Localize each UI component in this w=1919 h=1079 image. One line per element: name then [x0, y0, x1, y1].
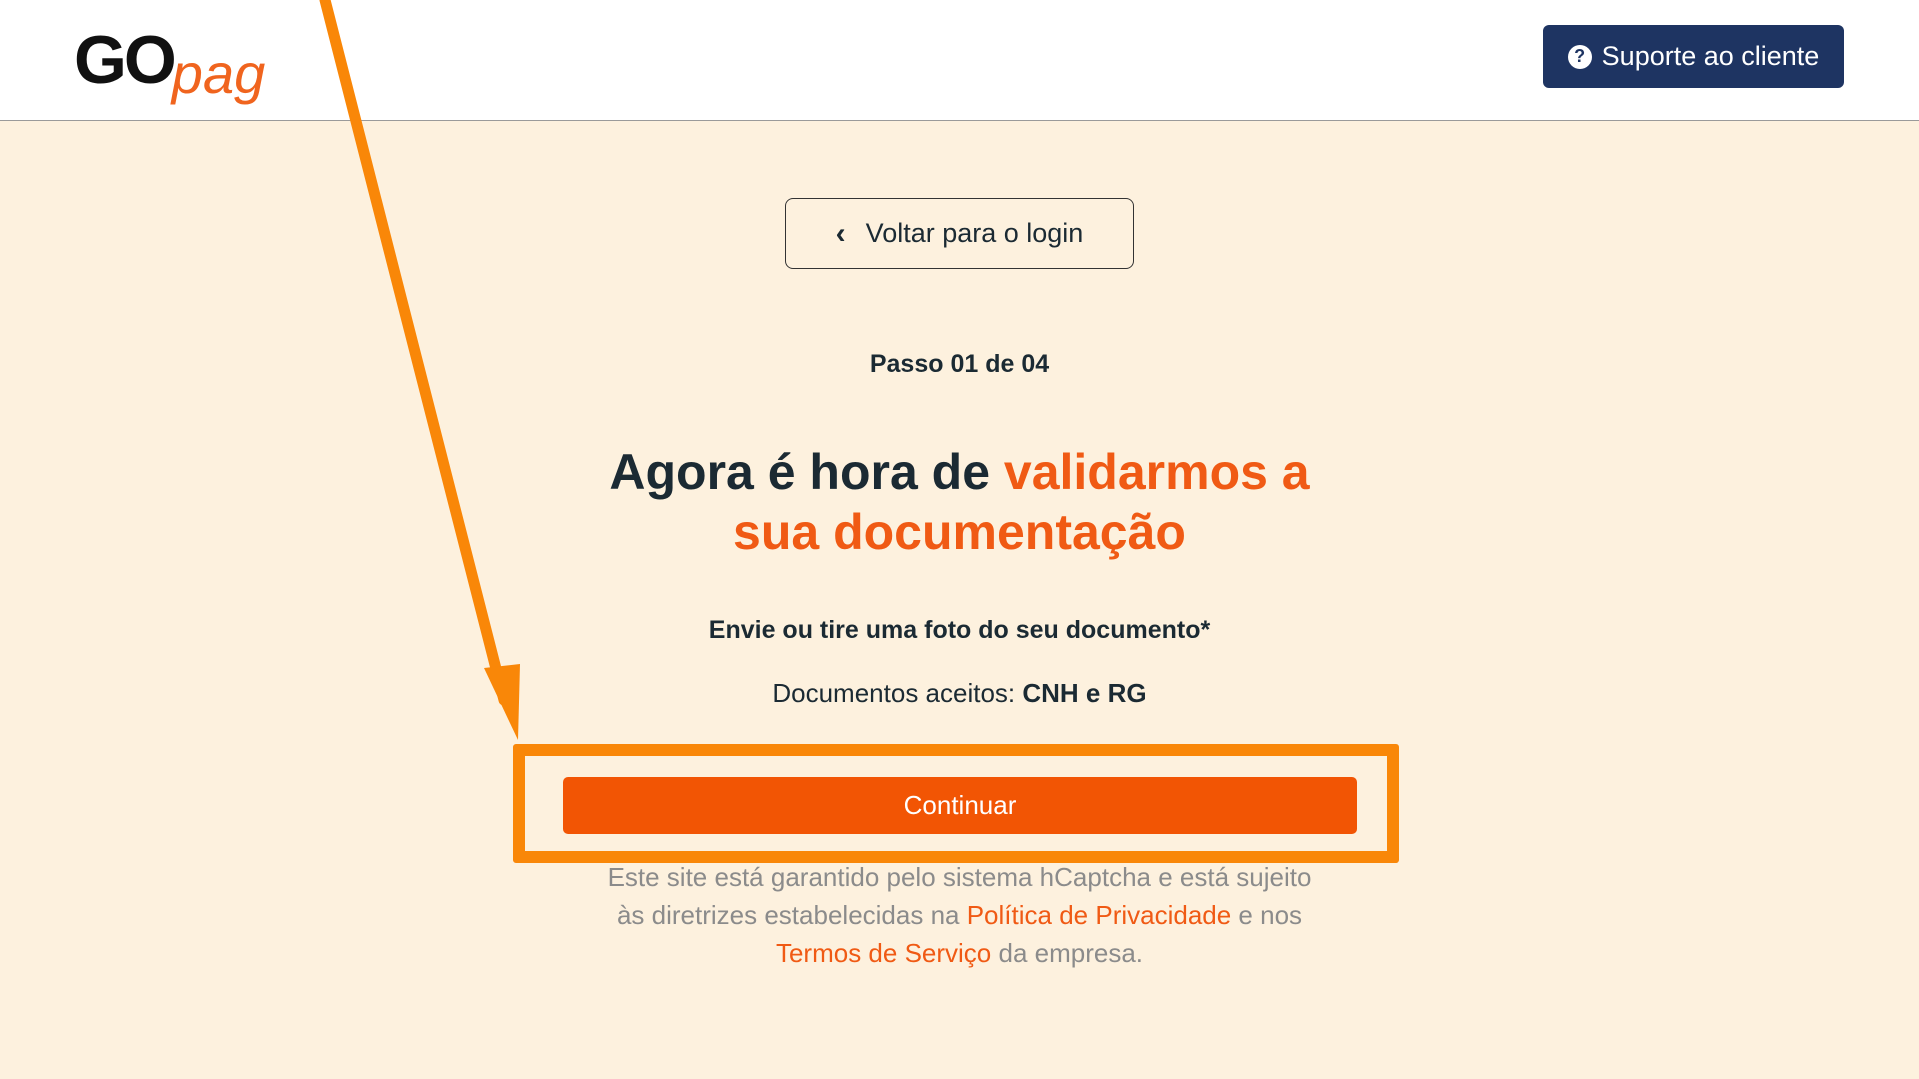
annotation-arrow-shaft [319, 0, 510, 706]
annotation-arrow [319, 0, 520, 740]
annotation-arrowhead [484, 664, 520, 740]
